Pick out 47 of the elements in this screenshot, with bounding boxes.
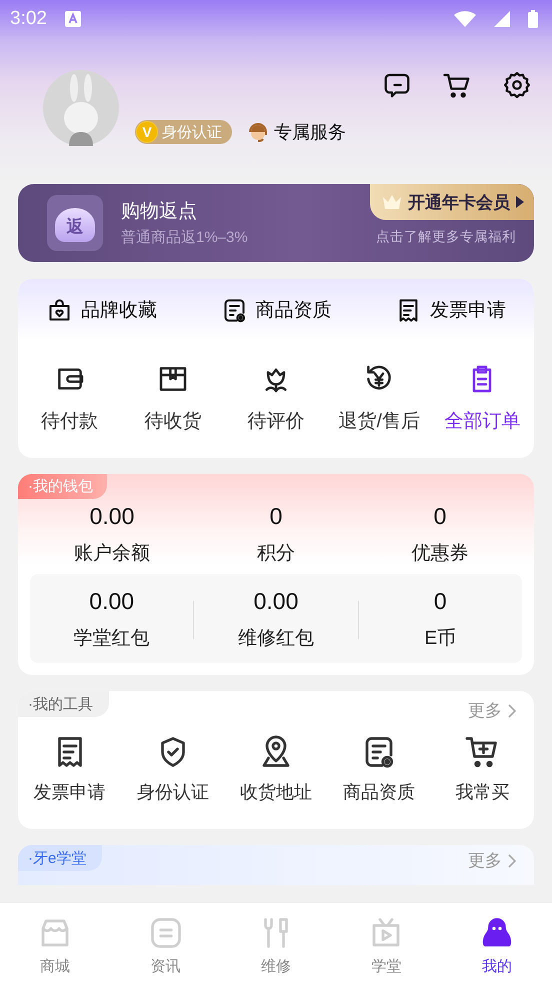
section-title: ·我的工具 bbox=[18, 691, 109, 717]
section-title: ·我的钱包 bbox=[18, 474, 107, 499]
shortcut-item[interactable]: 发票申请 bbox=[395, 296, 506, 324]
signal-icon bbox=[494, 11, 510, 27]
headset-icon bbox=[246, 120, 270, 144]
order-item[interactable]: 待付款 bbox=[18, 363, 122, 434]
rebate-banner[interactable]: 返 购物返点 普通商品返1%–3% 开通年卡会员 点击了解更多专属福利 bbox=[18, 184, 534, 262]
coin-icon: V bbox=[136, 121, 158, 143]
order-item[interactable]: 待收货 bbox=[121, 363, 224, 434]
chevron-icon bbox=[508, 704, 516, 718]
section-title: ·牙e学堂 bbox=[18, 845, 102, 871]
tool-item[interactable]: 身份认证 bbox=[121, 734, 224, 804]
tool-item[interactable]: 我常买 bbox=[430, 734, 534, 804]
tool-item[interactable]: 商品资质 bbox=[328, 734, 431, 804]
order-item[interactable]: 全部订单 bbox=[430, 363, 534, 434]
tool-item[interactable]: 发票申请 bbox=[18, 734, 122, 804]
order-item[interactable]: 退货/售后 bbox=[328, 363, 431, 434]
battery-icon bbox=[528, 10, 538, 28]
crown-icon bbox=[382, 194, 402, 210]
wifi-icon bbox=[454, 11, 476, 27]
status-time: 3:02 bbox=[10, 8, 47, 30]
membership-hint: 点击了解更多专属福利 bbox=[376, 228, 516, 246]
shortcut-item[interactable]: 品牌收藏 bbox=[46, 296, 157, 324]
wallet-stat[interactable]: 0 E币 bbox=[358, 588, 522, 651]
wallet-stat[interactable]: 0.00 学堂红包 bbox=[30, 588, 194, 651]
wallet-stat[interactable]: 0 积分 bbox=[194, 503, 358, 566]
avatar[interactable] bbox=[43, 70, 119, 146]
nav-tab[interactable]: 资讯 bbox=[120, 915, 211, 976]
banner-title: 购物返点 bbox=[121, 200, 198, 224]
wallet-stat[interactable]: 0.00 维修红包 bbox=[194, 588, 358, 651]
nav-tab[interactable]: 我的 bbox=[452, 915, 542, 976]
settings-icon bbox=[502, 70, 532, 100]
wallet-stat[interactable]: 0.00 账户余额 bbox=[30, 503, 194, 566]
banner-subtitle: 普通商品返1%–3% bbox=[121, 228, 248, 247]
notification-icon bbox=[64, 11, 81, 27]
service-link[interactable]: 专属服务 bbox=[246, 120, 346, 144]
nav-tab[interactable]: 商城 bbox=[10, 915, 100, 976]
order-item[interactable]: 待评价 bbox=[224, 363, 328, 434]
caret-icon bbox=[516, 196, 524, 208]
nav-tab[interactable]: 维修 bbox=[230, 915, 321, 976]
wallet-stat[interactable]: 0 优惠券 bbox=[358, 503, 522, 566]
shortcut-item[interactable]: 商品资质 bbox=[220, 296, 332, 324]
nav-tab[interactable]: 学堂 bbox=[341, 915, 432, 976]
membership-button[interactable]: 开通年卡会员 bbox=[370, 184, 534, 220]
chevron-icon bbox=[508, 854, 516, 868]
tool-item[interactable]: 收货地址 bbox=[224, 734, 328, 804]
bag-icon: 返 bbox=[47, 195, 103, 251]
